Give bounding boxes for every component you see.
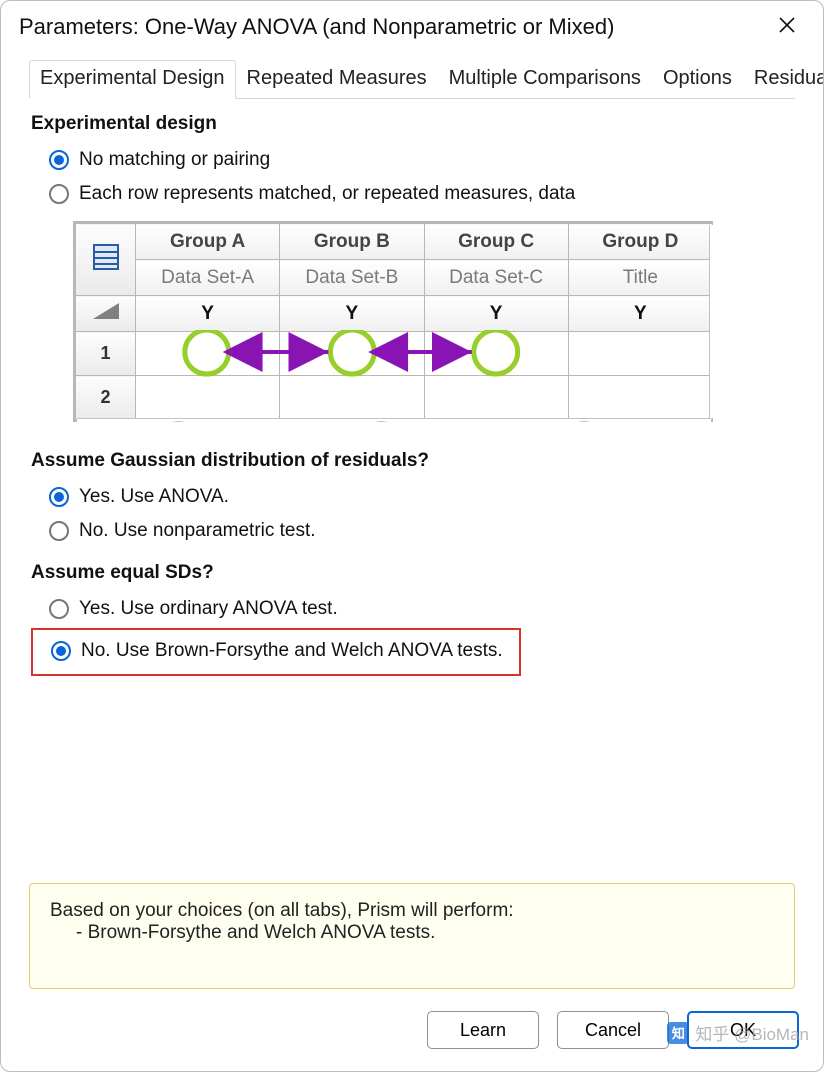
radio-icon (49, 487, 69, 507)
heading-equalsd: Assume equal SDs? (31, 562, 795, 584)
radio-label: No. Use nonparametric test. (79, 520, 316, 542)
footer: Learn Cancel OK (1, 1001, 823, 1071)
radio-label: Yes. Use ANOVA. (79, 486, 229, 508)
cancel-button[interactable]: Cancel (557, 1011, 669, 1049)
data-cell (424, 376, 568, 420)
row-corner (76, 296, 136, 332)
radio-icon (49, 184, 69, 204)
heading-gaussian: Assume Gaussian distribution of residual… (31, 450, 795, 472)
dialog-window: Parameters: One-Way ANOVA (and Nonparame… (0, 0, 824, 1072)
content-area: Experimental Design Repeated Measures Mu… (1, 50, 823, 1001)
group-header: Group C (424, 224, 568, 260)
data-cell (568, 332, 712, 376)
heading-design: Experimental design (31, 113, 795, 135)
tab-options[interactable]: Options (652, 60, 743, 99)
dataset-header: Title (568, 260, 712, 296)
torn-edge-bottom (77, 418, 711, 428)
radio-icon (49, 521, 69, 541)
radio-label: No matching or pairing (79, 149, 270, 171)
radio-icon (49, 150, 69, 170)
radio-gaussian-yes[interactable]: Yes. Use ANOVA. (49, 484, 795, 510)
titlebar: Parameters: One-Way ANOVA (and Nonparame… (1, 1, 823, 50)
radio-no-matching[interactable]: No matching or pairing (49, 147, 795, 173)
ok-button[interactable]: OK (687, 1011, 799, 1049)
group-header: Group A (136, 224, 280, 260)
table-icon (93, 244, 119, 270)
radio-equalSD-no[interactable]: No. Use Brown-Forsythe and Welch ANOVA t… (51, 638, 517, 664)
window-title: Parameters: One-Way ANOVA (and Nonparame… (19, 14, 769, 40)
summary-item: - Brown-Forsythe and Welch ANOVA tests. (50, 922, 774, 944)
group-header: Group B (280, 224, 424, 260)
data-cell (136, 332, 280, 376)
radio-label: Yes. Use ordinary ANOVA test. (79, 598, 338, 620)
corner-cell (76, 224, 136, 296)
radio-icon (49, 599, 69, 619)
close-icon (779, 17, 795, 33)
tab-repeated-measures[interactable]: Repeated Measures (236, 60, 438, 99)
close-button[interactable] (769, 11, 805, 42)
triangle-icon (91, 301, 121, 321)
measure-header: Y (280, 296, 424, 332)
tab-experimental-design[interactable]: Experimental Design (29, 60, 236, 99)
row-number: 1 (76, 332, 136, 376)
data-cell (136, 376, 280, 420)
radio-matched-rows[interactable]: Each row represents matched, or repeated… (49, 181, 795, 207)
radio-label: Each row represents matched, or repeated… (79, 183, 575, 205)
torn-edge-right (709, 225, 719, 418)
radio-icon (51, 641, 71, 661)
radio-gaussian-no[interactable]: No. Use nonparametric test. (49, 518, 795, 544)
summary-box: Based on your choices (on all tabs), Pri… (29, 883, 795, 989)
summary-lead: Based on your choices (on all tabs), Pri… (50, 900, 774, 922)
dataset-header: Data Set-C (424, 260, 568, 296)
tab-residuals[interactable]: Residuals (743, 60, 824, 99)
radio-label: No. Use Brown-Forsythe and Welch ANOVA t… (81, 640, 503, 662)
measure-header: Y (568, 296, 712, 332)
group-header: Group D (568, 224, 712, 260)
dataset-header: Data Set-B (280, 260, 424, 296)
data-cell (424, 332, 568, 376)
measure-header: Y (136, 296, 280, 332)
data-cell (568, 376, 712, 420)
learn-button[interactable]: Learn (427, 1011, 539, 1049)
measure-header: Y (424, 296, 568, 332)
tab-multiple-comparisons[interactable]: Multiple Comparisons (438, 60, 652, 99)
data-cell (280, 332, 424, 376)
radio-equalSD-yes[interactable]: Yes. Use ordinary ANOVA test. (49, 596, 795, 622)
dataset-header: Data Set-A (136, 260, 280, 296)
highlighted-option: No. Use Brown-Forsythe and Welch ANOVA t… (31, 628, 521, 676)
design-diagram: Group A Group B Group C Group D Data Set… (73, 221, 713, 422)
data-cell (280, 376, 424, 420)
row-number: 2 (76, 376, 136, 420)
tab-bar: Experimental Design Repeated Measures Mu… (29, 60, 795, 99)
